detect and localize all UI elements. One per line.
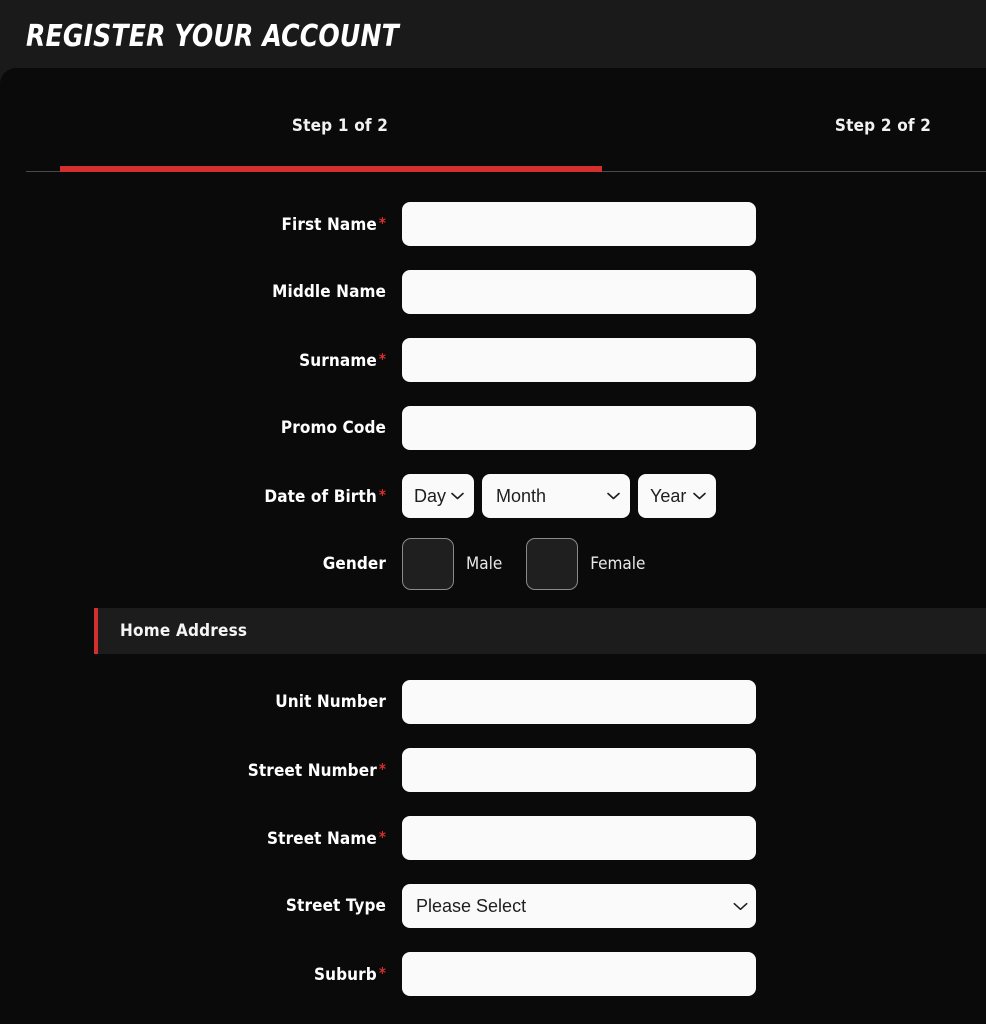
field-row-surname: Surname *: [0, 326, 986, 394]
field-row-first-name: First Name *: [0, 190, 986, 258]
dob-day-value: Day: [414, 486, 447, 506]
suburb-input[interactable]: [402, 952, 756, 996]
label-text: Middle Name: [272, 282, 386, 302]
middle-name-input[interactable]: [402, 270, 756, 314]
promo-code-input[interactable]: [402, 406, 756, 450]
label-street-name: Street Name *: [0, 828, 402, 849]
gender-male-label: Male: [466, 554, 503, 574]
label-unit-number: Unit Number: [0, 692, 402, 712]
label-text: Suburb: [314, 964, 377, 985]
dob-year-value: Year: [650, 486, 687, 506]
gender-female-checkbox[interactable]: [526, 538, 579, 590]
label-middle-name: Middle Name: [0, 282, 402, 302]
street-type-value: Please Select: [416, 896, 527, 916]
dob-year-select[interactable]: Year: [638, 474, 716, 518]
required-asterisk: *: [378, 213, 386, 232]
street-number-input[interactable]: [402, 748, 756, 792]
label-text: Gender: [322, 554, 386, 574]
field-row-street-type: Street Type Please Select: [0, 872, 986, 940]
dob-month-select[interactable]: Month: [482, 474, 630, 518]
required-asterisk: *: [378, 349, 386, 368]
field-row-date-of-birth: Date of Birth * Day Month Year: [0, 462, 986, 530]
label-gender: Gender: [0, 554, 402, 574]
required-asterisk: *: [378, 485, 386, 504]
gender-female-label: Female: [590, 554, 646, 574]
tab-step-2[interactable]: Step 2 of 2: [835, 116, 931, 136]
dob-day-select[interactable]: Day: [402, 474, 474, 518]
required-asterisk: *: [378, 827, 386, 846]
register-page: REGISTER YOUR ACCOUNT Step 1 of 2 Step 2…: [0, 0, 986, 1024]
field-row-street-name: Street Name *: [0, 804, 986, 872]
gender-male-checkbox[interactable]: [402, 538, 454, 590]
field-row-street-number: Street Number *: [0, 736, 986, 804]
unit-number-input[interactable]: [402, 680, 756, 724]
registration-panel: Step 1 of 2 Step 2 of 2 First Name * Midd…: [0, 68, 986, 1024]
section-title-home-address: Home Address: [120, 621, 248, 641]
label-text: Street Type: [285, 896, 386, 916]
street-name-input[interactable]: [402, 816, 756, 860]
label-street-number: Street Number *: [0, 760, 402, 781]
field-row-middle-name: Middle Name: [0, 258, 986, 326]
date-of-birth-group: Day Month Year: [402, 474, 716, 518]
section-accent-bar: [94, 608, 98, 654]
label-text: Promo Code: [280, 418, 386, 438]
registration-form: First Name * Middle Name Surname * Promo…: [0, 172, 986, 1008]
label-street-type: Street Type: [0, 896, 402, 916]
field-row-suburb: Suburb *: [0, 940, 986, 1008]
label-text: First Name: [281, 214, 377, 235]
label-text: Unit Number: [275, 692, 386, 712]
dob-month-value: Month: [496, 486, 547, 506]
label-first-name: First Name *: [0, 214, 402, 235]
label-text: Surname: [299, 350, 377, 371]
label-surname: Surname *: [0, 350, 402, 371]
first-name-input[interactable]: [402, 202, 756, 246]
label-text: Date of Birth: [264, 486, 377, 507]
label-suburb: Suburb *: [0, 964, 402, 985]
surname-input[interactable]: [402, 338, 756, 382]
label-promo-code: Promo Code: [0, 418, 402, 438]
gender-group: Male Female: [402, 538, 669, 590]
step-progress-bar: [60, 166, 602, 172]
field-row-promo-code: Promo Code: [0, 394, 986, 462]
street-type-select[interactable]: Please Select: [402, 884, 756, 928]
field-row-unit-number: Unit Number: [0, 668, 986, 736]
required-asterisk: *: [378, 963, 386, 982]
field-row-gender: Gender Male Female: [0, 530, 986, 598]
label-text: Street Name: [267, 828, 377, 849]
page-title: REGISTER YOUR ACCOUNT: [26, 18, 399, 54]
section-header-home-address: Home Address: [94, 608, 986, 654]
label-date-of-birth: Date of Birth *: [0, 486, 402, 507]
tab-step-1[interactable]: Step 1 of 2: [292, 116, 388, 136]
label-text: Street Number: [247, 760, 377, 781]
page-header: REGISTER YOUR ACCOUNT: [0, 0, 986, 72]
step-tabs: Step 1 of 2 Step 2 of 2: [0, 68, 986, 172]
required-asterisk: *: [378, 759, 386, 778]
